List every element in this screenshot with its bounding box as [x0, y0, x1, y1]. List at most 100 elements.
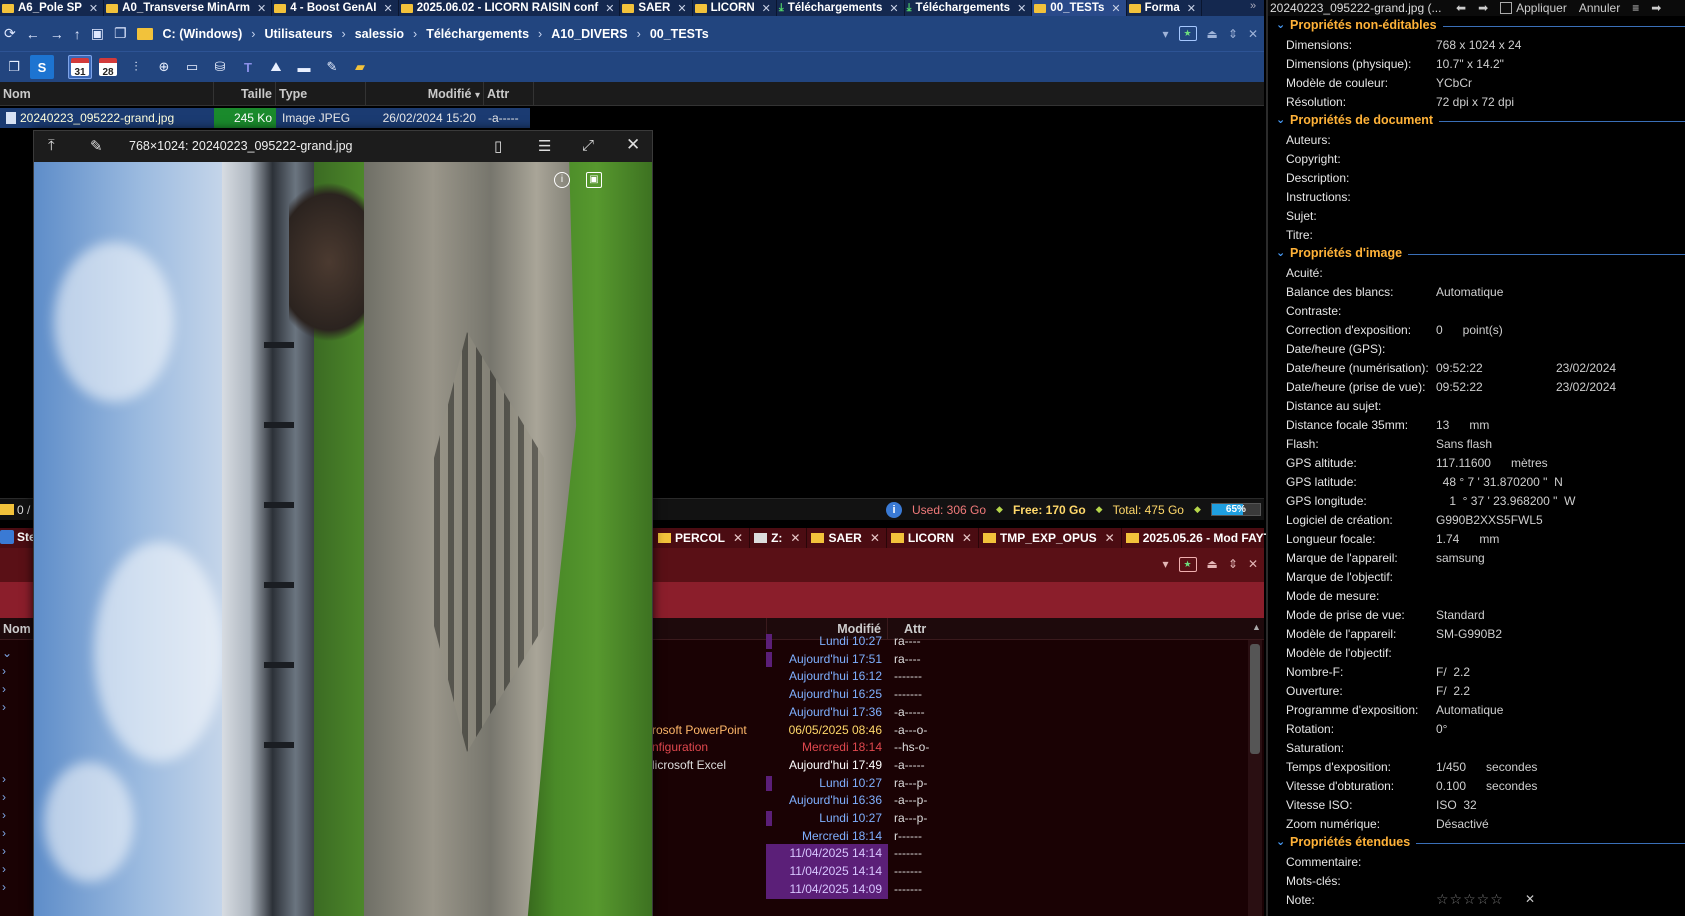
nav-right-icon[interactable]: ➡ [1651, 1, 1661, 15]
tab-close-icon[interactable]: ✕ [89, 2, 98, 15]
tab-3[interactable]: 4 - Boost GenAI ✕ [272, 0, 399, 16]
tab-4[interactable]: 2025.06.02 - LICORN RAISIN conf ✕ [399, 0, 621, 16]
chevron-down-icon[interactable]: ⌄ [1276, 835, 1285, 848]
tree-expand-icon[interactable]: › [2, 880, 6, 894]
chevron-down-icon[interactable]: ⌄ [1276, 113, 1285, 126]
lower-tab-5[interactable]: TMP_EXP_OPUS ✕ [979, 528, 1122, 548]
tab-close-icon[interactable]: ✕ [383, 2, 392, 15]
tab-close-icon[interactable]: ✕ [1111, 2, 1120, 15]
property-row[interactable]: Date/heure (numérisation): 09:52:22 23/02/… [1268, 358, 1685, 377]
property-row[interactable]: Mode de prise de vue: Standard [1268, 605, 1685, 624]
tab-close-icon[interactable]: ✕ [889, 2, 898, 15]
pin-top-icon[interactable]: ⤒ [48, 137, 55, 154]
more-tabs-icon[interactable]: » [1250, 0, 1256, 12]
next-icon[interactable]: ➡ [1478, 1, 1488, 15]
tab-close-icon[interactable]: ✕ [1017, 2, 1026, 15]
property-row[interactable]: Dimensions: 768 x 1024 x 24 [1268, 35, 1685, 54]
lower-tab-1[interactable]: PERCOL ✕ [654, 528, 751, 548]
column-modified[interactable]: Modifié ▾ [366, 82, 484, 105]
file-row[interactable]: 20240223_095222-grand.jpg 245 Ko Image J… [0, 108, 530, 128]
tree-expand-icon[interactable]: › [2, 700, 6, 714]
property-value-date[interactable]: 23/02/2024 [1556, 380, 1616, 394]
property-row[interactable]: Distance au sujet: [1268, 396, 1685, 415]
property-value[interactable]: F/ 2.2 [1436, 684, 1470, 698]
property-row[interactable]: Mode de mesure: [1268, 586, 1685, 605]
tab-1[interactable]: A6_Pole SP ✕ [0, 0, 105, 16]
property-row[interactable]: Commentaire: [1268, 852, 1685, 871]
new-window-icon[interactable]: ❐ [2, 55, 26, 79]
prev-icon[interactable]: ⬅ [1456, 1, 1466, 15]
tree-expand-icon[interactable]: › [2, 772, 6, 786]
property-row[interactable]: Programme d'exposition: Automatique [1268, 700, 1685, 719]
file-info-icon[interactable]: ⫶ [124, 55, 148, 79]
tab-close-icon[interactable]: ✕ [762, 2, 771, 15]
lower-tab-2[interactable]: Z: ✕ [750, 528, 808, 548]
tree-expand-icon[interactable]: › [2, 790, 6, 804]
property-row[interactable]: Rotation: 0° [1268, 719, 1685, 738]
property-row[interactable]: Balance des blancs: Automatique [1268, 282, 1685, 301]
skype-icon[interactable]: S [30, 55, 54, 79]
tab-close-icon[interactable]: ✕ [870, 531, 880, 545]
close-pane-icon[interactable]: ✕ [1248, 27, 1258, 41]
property-row[interactable]: Vitesse d'obturation: 0.100 secondes [1268, 776, 1685, 795]
close-icon[interactable]: ✕ [626, 135, 640, 155]
property-value[interactable]: 09:52:22 [1436, 361, 1483, 375]
property-row[interactable]: Distance focale 35mm: 13 mm [1268, 415, 1685, 434]
property-value[interactable]: 0 point(s) [1436, 323, 1503, 337]
lower-tab-3[interactable]: SAER ✕ [807, 528, 887, 548]
property-row[interactable]: Dimensions (physique): 10.7" x 14.2" [1268, 54, 1685, 73]
property-row[interactable]: Résolution: 72 dpi x 72 dpi [1268, 92, 1685, 111]
open-file-icon[interactable]: ▯ [494, 137, 502, 155]
column-type[interactable]: Type [276, 82, 366, 105]
tree-expand-icon[interactable]: › [2, 844, 6, 858]
property-value[interactable]: 1.74 mm [1436, 532, 1499, 546]
lower-scrollbar[interactable] [1248, 640, 1262, 916]
property-row[interactable]: GPS latitude: 48 ° 7 ' 31.870200 " N [1268, 472, 1685, 491]
property-row[interactable]: Acuité: [1268, 263, 1685, 282]
photo-action-icon[interactable]: ▣ [586, 172, 602, 188]
property-value[interactable]: 1 ° 37 ' 23.968200 " W [1436, 494, 1575, 508]
refresh-icon[interactable]: ⟳ [4, 25, 16, 42]
property-value[interactable]: 117.11600 mètres [1436, 456, 1548, 470]
history-dropdown-icon[interactable]: ▾ [1163, 557, 1169, 572]
property-row[interactable]: Marque de l'appareil: samsung [1268, 548, 1685, 567]
maximize-icon[interactable]: ⤢ [582, 137, 594, 154]
forward-icon[interactable]: → [50, 26, 64, 42]
favorite-star-icon[interactable]: ★ [1178, 26, 1197, 41]
property-row[interactable]: Sujet: [1268, 206, 1685, 225]
property-value[interactable]: 13 mm [1436, 418, 1489, 432]
tree-expand-icon[interactable]: › [2, 826, 6, 840]
property-row[interactable]: Auteurs: [1268, 130, 1685, 149]
property-value[interactable]: 48 ° 7 ' 31.870200 " N [1436, 475, 1563, 489]
property-row[interactable]: Modèle de l'appareil: SM-G990B2 [1268, 624, 1685, 643]
drive-icon[interactable]: ⛁ [208, 55, 232, 79]
breadcrumb-item[interactable]: Téléchargements [426, 27, 529, 41]
apply-checkbox[interactable] [1500, 2, 1513, 14]
tab-close-icon[interactable]: ✕ [1105, 531, 1115, 545]
property-value[interactable]: G990B2XXS5FWL5 [1436, 513, 1543, 527]
property-row[interactable]: Zoom numérique: Désactivé [1268, 814, 1685, 833]
tab-close-icon[interactable]: ✕ [733, 531, 743, 545]
property-value[interactable]: SM-G990B2 [1436, 627, 1502, 641]
tree-expand-icon[interactable]: › [2, 664, 6, 678]
copy-path-icon[interactable]: ❐ [114, 25, 127, 42]
column-size[interactable]: Taille [214, 82, 276, 105]
property-value[interactable]: 09:52:22 [1436, 380, 1483, 394]
tab-2[interactable]: A0_Transverse MinArm ✕ [104, 0, 273, 16]
property-row[interactable]: Contraste: [1268, 301, 1685, 320]
property-row[interactable]: Longueur focale: 1.74 mm [1268, 529, 1685, 548]
tab-close-icon[interactable]: ✕ [257, 2, 266, 15]
folder-open-icon[interactable]: ▬ [292, 55, 316, 79]
clear-rating-icon[interactable]: ✕ [1525, 892, 1535, 906]
breadcrumb-item[interactable]: A10_DIVERS [551, 27, 627, 41]
tab-6[interactable]: LICORN ✕ [693, 0, 777, 16]
property-row[interactable]: Note: ☆☆☆☆☆ ✕ [1268, 890, 1685, 909]
property-row[interactable]: Nombre-F: F/ 2.2 [1268, 662, 1685, 681]
property-row[interactable]: Mots-clés: [1268, 871, 1685, 890]
tab-close-icon[interactable]: ✕ [605, 2, 614, 15]
property-row[interactable]: Ouverture: F/ 2.2 [1268, 681, 1685, 700]
teams-icon[interactable]: T [236, 55, 260, 79]
calendar-today-icon[interactable]: 31 [68, 55, 92, 79]
property-value-date[interactable]: 23/02/2024 [1556, 361, 1616, 375]
tab-close-icon[interactable]: ✕ [677, 2, 686, 15]
